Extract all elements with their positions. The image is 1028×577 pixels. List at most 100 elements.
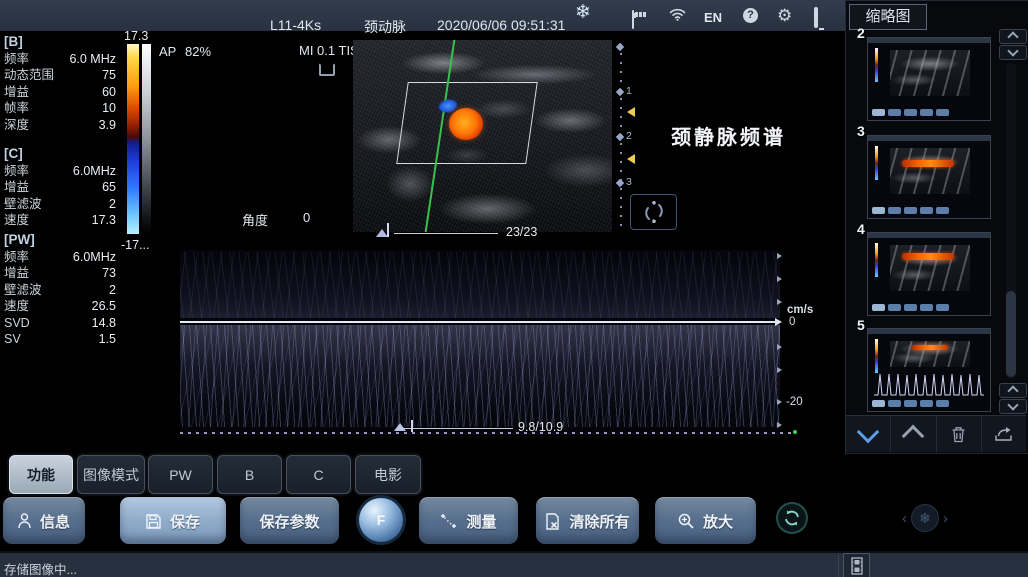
param-row: 频率6.0MHz bbox=[4, 249, 116, 265]
f-key-button[interactable]: F bbox=[359, 498, 403, 542]
thumbnail-number: 5 bbox=[857, 317, 865, 333]
thumbnail-item[interactable] bbox=[867, 135, 991, 219]
thumbnail-panel: 缩略图 2 3 4 5 bbox=[845, 0, 1028, 454]
trash-icon bbox=[951, 426, 966, 443]
param-row: 增益65 bbox=[4, 179, 116, 195]
zoom-button[interactable]: 放大 bbox=[655, 497, 756, 544]
scroll-up-button-bottom[interactable] bbox=[999, 383, 1027, 398]
delete-thumbnail-button[interactable] bbox=[937, 416, 982, 452]
export-icon bbox=[994, 426, 1013, 442]
param-row: 增益73 bbox=[4, 265, 116, 281]
clear-all-button[interactable]: 清除所有 bbox=[536, 497, 639, 544]
thumbnail-item[interactable] bbox=[867, 328, 991, 412]
tab-pw[interactable]: PW bbox=[148, 455, 213, 494]
spectrum-time-label: 9.8/10.9 bbox=[518, 420, 563, 434]
pw-spectrum[interactable] bbox=[180, 250, 780, 435]
axis-tick bbox=[777, 276, 782, 282]
exam-type: 颈动脉 bbox=[364, 17, 406, 37]
spectrum-scroll-handle[interactable] bbox=[394, 423, 406, 431]
param-row: 壁滤波2 bbox=[4, 196, 116, 212]
param-section-c: [C] 频率6.0MHz 增益65 壁滤波2 速度17.3 bbox=[4, 145, 116, 229]
focus-marker bbox=[627, 154, 635, 164]
frame-counter: 23/23 bbox=[506, 225, 537, 239]
tab-function[interactable]: 功能 bbox=[9, 455, 73, 494]
thumbnail-waveform bbox=[874, 368, 984, 398]
axis-min-label: -20 bbox=[786, 396, 803, 408]
spectrum-above-baseline bbox=[180, 252, 780, 318]
param-row: 壁滤波2 bbox=[4, 282, 116, 298]
ruler-mark-label: 2 bbox=[626, 130, 632, 142]
info-button[interactable]: 信息 bbox=[3, 497, 85, 544]
angle-left-glyph: ‹ bbox=[902, 510, 907, 527]
axis-tick bbox=[777, 344, 782, 350]
spectrum-baseline bbox=[180, 321, 780, 323]
status-bar: 存储图像中... bbox=[0, 551, 1028, 577]
doppler-colorbar bbox=[127, 44, 139, 234]
snowflake-icon: ❄ bbox=[575, 1, 591, 24]
rotate-icon[interactable] bbox=[630, 194, 677, 230]
cine-store-button[interactable] bbox=[843, 553, 870, 577]
param-row: 增益60 bbox=[4, 84, 116, 100]
thumbnail-scrollbar-thumb[interactable] bbox=[1006, 291, 1016, 377]
freeze-indicator: ‹ ❄ › bbox=[901, 503, 949, 533]
thumbnail-number: 3 bbox=[857, 123, 865, 139]
param-row: 速度26.5 bbox=[4, 298, 116, 314]
film-icon bbox=[851, 557, 863, 575]
ruler-diamond bbox=[616, 179, 624, 187]
section-title: [PW] bbox=[4, 231, 116, 248]
axis-tick bbox=[777, 367, 782, 373]
freeze-dim-icon: ❄ bbox=[911, 504, 939, 532]
thumbnail-item[interactable] bbox=[867, 37, 991, 121]
settings-gear-icon[interactable]: ⚙ bbox=[777, 6, 792, 26]
spectrum-below-baseline bbox=[180, 325, 780, 427]
export-thumbnail-button[interactable] bbox=[982, 416, 1026, 452]
page-down-button[interactable] bbox=[846, 416, 891, 452]
tab-c[interactable]: C bbox=[286, 455, 351, 494]
spectrum-scroll-cursor[interactable] bbox=[411, 420, 413, 432]
save-params-button[interactable]: 保存参数 bbox=[240, 497, 339, 544]
param-row: SVD14.8 bbox=[4, 315, 116, 331]
ruler-diamond bbox=[616, 88, 624, 96]
axis-tick bbox=[777, 422, 782, 428]
b-mode-image[interactable] bbox=[353, 40, 612, 232]
angle-label: 角度 bbox=[242, 210, 268, 229]
measure-button[interactable]: 测量 bbox=[419, 497, 518, 544]
spectrum-sweep-dot bbox=[793, 430, 797, 434]
ruler-mark-label: 3 bbox=[626, 176, 632, 188]
scroll-up-button[interactable] bbox=[999, 29, 1027, 44]
axis-tick bbox=[777, 299, 782, 305]
doppler-flow-vessel bbox=[449, 108, 483, 140]
param-row: 动态范围75 bbox=[4, 67, 116, 83]
axis-tick bbox=[777, 253, 782, 259]
save-button[interactable]: 保存 bbox=[120, 497, 226, 544]
clear-icon bbox=[545, 513, 560, 530]
top-bar: L11-4Ks 颈动脉 2020/06/06 09:51:31 ❄ EN ? ⚙ bbox=[0, 0, 845, 31]
tab-b[interactable]: B bbox=[217, 455, 282, 494]
update-button[interactable] bbox=[778, 504, 806, 532]
tab-image-mode[interactable]: 图像模式 bbox=[77, 455, 145, 494]
language-toggle[interactable]: EN bbox=[704, 10, 722, 25]
thumbnail-number: 2 bbox=[857, 25, 865, 41]
spectrum-scroll-track[interactable] bbox=[396, 428, 513, 429]
help-icon[interactable]: ? bbox=[743, 8, 758, 23]
scroll-down-button[interactable] bbox=[999, 45, 1027, 60]
thumbnail-item[interactable] bbox=[867, 232, 991, 316]
focus-marker bbox=[627, 107, 635, 117]
person-icon bbox=[18, 513, 31, 529]
frame-slider-cursor[interactable] bbox=[387, 223, 389, 237]
zoom-icon bbox=[678, 513, 694, 529]
colorbar-max-label: 17.3 bbox=[124, 29, 148, 43]
angle-value: 0 bbox=[303, 210, 310, 225]
param-row: 帧率10 bbox=[4, 100, 116, 116]
baseline-arrowhead bbox=[775, 318, 782, 326]
save-icon bbox=[146, 514, 161, 529]
refresh-icon bbox=[783, 509, 801, 527]
page-up-button[interactable] bbox=[891, 416, 936, 452]
display-icon[interactable] bbox=[814, 7, 818, 28]
param-row: SV1.5 bbox=[4, 331, 116, 347]
probe-orientation-marker bbox=[319, 63, 335, 76]
tab-cine[interactable]: 电影 bbox=[355, 455, 421, 494]
scroll-down-button-bottom[interactable] bbox=[999, 399, 1027, 414]
frame-slider-track[interactable] bbox=[394, 233, 498, 234]
spectrum-time-trace bbox=[180, 432, 794, 434]
